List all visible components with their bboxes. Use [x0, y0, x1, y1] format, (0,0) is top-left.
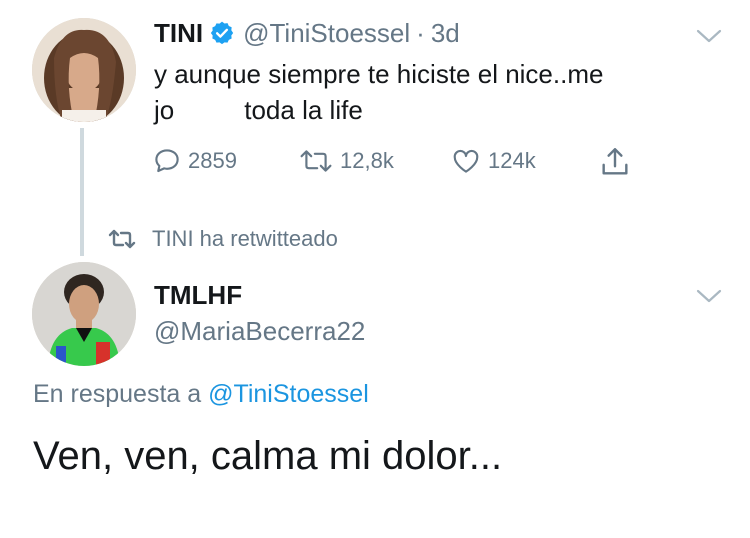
tweet1-text-line1: y aunque siempre te hiciste el nice..me — [154, 59, 604, 89]
tweet1-handle[interactable]: @TiniStoessel — [243, 18, 410, 49]
redaction-block — [174, 98, 245, 127]
tweet1-text-line2-start: jo — [154, 95, 175, 125]
reply-mention-link[interactable]: @TiniStoessel — [208, 380, 369, 408]
share-icon — [602, 148, 628, 175]
tini-avatar-image — [32, 18, 136, 122]
tweet1-text-line2-end: toda la life — [244, 95, 363, 125]
mariabecerra-avatar-image — [32, 262, 136, 366]
tweet1-time[interactable]: 3d — [431, 18, 460, 49]
tweet1-separator: · — [416, 17, 425, 48]
reply-context: En respuesta a @TiniStoessel — [33, 380, 369, 409]
reply-count: 2859 — [188, 148, 237, 173]
tini-avatar[interactable] — [32, 18, 136, 122]
like-button[interactable]: 124k — [450, 145, 536, 177]
retweet-count: 12,8k — [340, 148, 394, 173]
mariabecerra-avatar[interactable] — [32, 262, 136, 366]
retweet-button[interactable]: 12,8k — [298, 145, 394, 177]
reply-prefix: En respuesta a — [33, 380, 202, 408]
share-button[interactable] — [598, 145, 632, 184]
retweet-context-icon — [108, 229, 136, 249]
chevron-down-icon — [696, 289, 722, 303]
chevron-down-icon — [696, 29, 722, 43]
retweet-context-label[interactable]: TINI ha retwitteado — [152, 226, 338, 252]
reply-icon — [155, 149, 179, 173]
tweet1-text: y aunque siempre te hiciste el nice..me … — [154, 56, 714, 128]
tweet2-menu-chevron[interactable] — [696, 288, 722, 304]
tweet1-author-name[interactable]: TINI — [154, 18, 203, 49]
tweet2-text: Ven, ven, calma mi dolor... — [33, 434, 503, 478]
retweet-context: TINI ha retwitteado — [106, 224, 338, 254]
thread-line — [80, 128, 84, 256]
reply-button[interactable]: 2859 — [152, 145, 237, 177]
like-count: 124k — [488, 148, 536, 173]
verified-badge-icon — [209, 20, 235, 46]
like-icon — [453, 149, 479, 173]
retweet-icon — [300, 150, 332, 172]
tweet1-text-line2: jo toda la life — [154, 92, 714, 128]
tweet1-menu-chevron[interactable] — [696, 28, 722, 44]
tweet2-author-name[interactable]: TMLHF — [154, 280, 242, 311]
tweet2-handle[interactable]: @MariaBecerra22 — [154, 316, 365, 347]
